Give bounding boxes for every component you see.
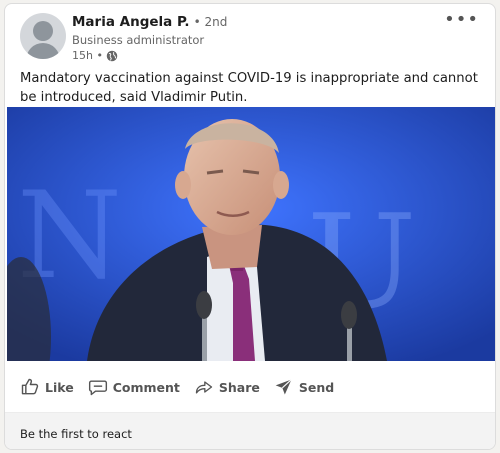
author-name[interactable]: Maria Angela P. bbox=[72, 14, 190, 30]
post-actions: Like Comment Share Send bbox=[20, 376, 348, 398]
reactions-bar: Be the first to react bbox=[5, 412, 495, 449]
author-line: Maria Angela P. • 2nd bbox=[72, 14, 227, 30]
post-time: 15h • bbox=[72, 49, 103, 62]
post-text: Mandatory vaccination against COVID-19 i… bbox=[20, 71, 478, 105]
avatar-body bbox=[26, 43, 60, 59]
comment-icon bbox=[88, 380, 107, 396]
thumbs-up-icon bbox=[21, 378, 39, 395]
send-label: Send bbox=[298, 379, 335, 395]
post-image[interactable]: N U bbox=[7, 107, 495, 361]
post-meta: 15h • bbox=[72, 49, 118, 62]
post-card: Maria Angela P. • 2nd Business administr… bbox=[4, 3, 496, 450]
like-button[interactable]: Like bbox=[20, 377, 74, 397]
connection-degree: • 2nd bbox=[193, 15, 228, 29]
avatar[interactable] bbox=[20, 13, 66, 59]
post-image-illustration: N U bbox=[7, 107, 495, 361]
author-headline: Business administrator bbox=[72, 33, 205, 47]
share-label: Share bbox=[218, 379, 260, 395]
share-button[interactable]: Share bbox=[194, 377, 260, 397]
more-options-button[interactable]: ••• bbox=[444, 11, 479, 29]
comment-button[interactable]: Comment bbox=[88, 377, 180, 397]
send-button[interactable]: Send bbox=[274, 377, 334, 397]
globe-icon bbox=[106, 50, 118, 61]
comment-label: Comment bbox=[112, 379, 180, 395]
like-label: Like bbox=[45, 379, 74, 395]
reactions-empty-text: Be the first to react bbox=[20, 427, 132, 441]
avatar-head bbox=[33, 21, 53, 41]
send-icon bbox=[275, 379, 292, 395]
share-arrow-icon bbox=[195, 381, 213, 394]
